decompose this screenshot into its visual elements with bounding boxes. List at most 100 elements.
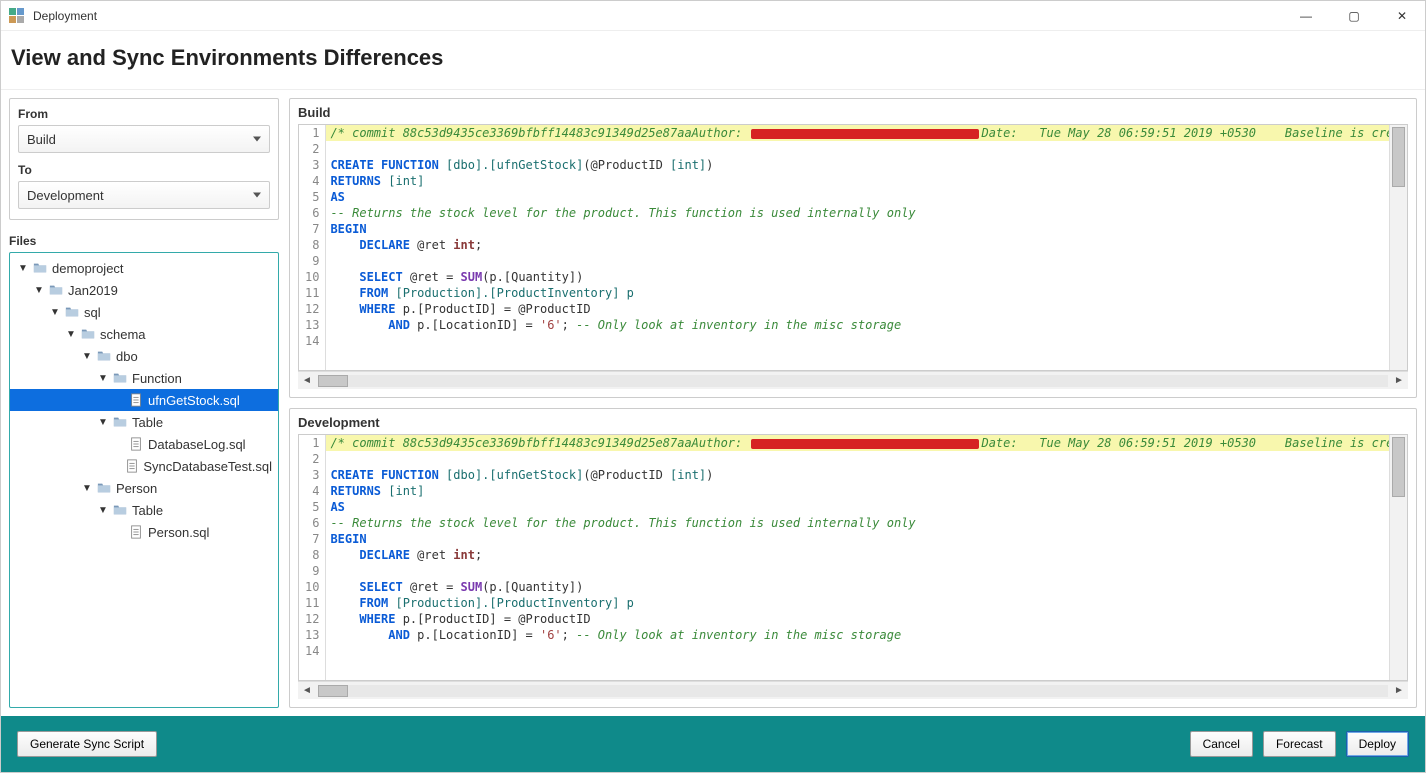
code-line	[326, 253, 1389, 269]
tree-folder[interactable]: ▼Function	[10, 367, 278, 389]
code-line: WHERE p.[ProductID] = @ProductID	[326, 301, 1389, 317]
horizontal-scrollbar[interactable]: ◄ ►	[298, 681, 1408, 699]
code-line: RETURNS [int]	[326, 483, 1389, 499]
to-label: To	[18, 163, 270, 177]
tree-folder[interactable]: ▼Jan2019	[10, 279, 278, 301]
forecast-button[interactable]: Forecast	[1263, 731, 1336, 757]
tree-folder[interactable]: ▼ sql	[10, 301, 278, 323]
tree-file[interactable]: ufnGetStock.sql	[10, 389, 278, 411]
tree-item-label: Table	[132, 415, 163, 430]
build-code-area[interactable]: /* commit 88c53d9435ce3369bfbff14483c913…	[326, 125, 1389, 370]
chevron-down-icon	[253, 193, 261, 198]
expand-toggle-icon[interactable]: ▼	[80, 351, 94, 362]
folder-icon	[64, 304, 80, 320]
code-line: /* commit 88c53d9435ce3369bfbff14483c913…	[326, 125, 1389, 141]
file-tree[interactable]: ▼demoproject▼Jan2019▼sql▼schema▼dbo▼Func…	[9, 252, 279, 708]
chevron-down-icon	[253, 137, 261, 142]
code-line	[326, 141, 1389, 157]
folder-icon	[112, 502, 128, 518]
vertical-scrollbar[interactable]	[1389, 125, 1407, 370]
files-label: Files	[9, 234, 279, 248]
code-line: -- Returns the stock level for the produ…	[326, 515, 1389, 531]
code-line: AS	[326, 499, 1389, 515]
expand-toggle-icon[interactable]: ▼	[96, 505, 110, 516]
page-title: View and Sync Environments Differences	[11, 45, 1415, 71]
right-column: Build 1234567891011121314 /* commit 88c5…	[289, 98, 1417, 708]
tree-folder[interactable]: ▼ Table	[10, 499, 278, 521]
left-column: From Build To Development Files ▼ demopro…	[9, 98, 279, 708]
folder-icon	[96, 348, 112, 364]
folder-icon	[80, 326, 96, 342]
scrollbar-thumb[interactable]	[1392, 127, 1405, 187]
scrollbar-thumb[interactable]	[318, 685, 348, 697]
tree-item-label: dbo	[116, 349, 138, 364]
expand-toggle-icon[interactable]: ▼	[16, 263, 30, 274]
build-code-viewer[interactable]: 1234567891011121314 /* commit 88c53d9435…	[298, 124, 1408, 371]
tree-item-label: DatabaseLog.sql	[148, 437, 246, 452]
vertical-scrollbar[interactable]	[1389, 435, 1407, 680]
tree-folder[interactable]: ▼ dbo	[10, 345, 278, 367]
code-line: CREATE FUNCTION [dbo].[ufnGetStock](@Pro…	[326, 467, 1389, 483]
scrollbar-track[interactable]	[318, 375, 1388, 387]
content-area: From Build To Development Files ▼ demopro…	[1, 90, 1425, 716]
maximize-button[interactable]: ▢	[1339, 6, 1369, 26]
footer-bar: Generate Sync Script Cancel Forecast Dep…	[1, 716, 1425, 772]
tree-file[interactable]: DatabaseLog.sql	[10, 433, 278, 455]
from-label: From	[18, 107, 270, 121]
scroll-left-icon[interactable]: ◄	[298, 683, 316, 699]
expand-toggle-icon[interactable]: ▼	[80, 483, 94, 494]
code-line: FROM [Production].[ProductInventory] p	[326, 595, 1389, 611]
generate-sync-script-button[interactable]: Generate Sync Script	[17, 731, 157, 757]
scrollbar-thumb[interactable]	[1392, 437, 1405, 497]
scroll-right-icon[interactable]: ►	[1390, 683, 1408, 699]
scroll-left-icon[interactable]: ◄	[298, 373, 316, 389]
code-line: FROM [Production].[ProductInventory] p	[326, 285, 1389, 301]
window-controls: — ▢ ✕	[1291, 6, 1417, 26]
tree-item-label: sql	[84, 305, 101, 320]
horizontal-scrollbar[interactable]: ◄ ►	[298, 371, 1408, 389]
build-diff-label: Build	[298, 105, 1408, 120]
scrollbar-track[interactable]	[318, 685, 1388, 697]
expand-toggle-icon[interactable]: ▼	[64, 329, 78, 340]
tree-folder[interactable]: ▼ demoproject	[10, 257, 278, 279]
tree-item-label: Table	[132, 503, 163, 518]
expand-toggle-icon[interactable]: ▼	[32, 285, 46, 296]
tree-item-label: demoproject	[52, 261, 124, 276]
code-line: BEGIN	[326, 531, 1389, 547]
tree-file[interactable]: SyncDatabaseTest.sql	[10, 455, 278, 477]
file-icon	[125, 458, 139, 474]
files-panel: Files ▼demoproject▼Jan2019▼sql▼schema▼db…	[9, 232, 279, 708]
code-line	[326, 333, 1389, 349]
tree-file[interactable]: Person.sql	[10, 521, 278, 543]
minimize-button[interactable]: —	[1291, 6, 1321, 26]
development-code-area[interactable]: /* commit 88c53d9435ce3369bfbff14483c913…	[326, 435, 1389, 680]
scroll-right-icon[interactable]: ►	[1390, 373, 1408, 389]
deploy-button[interactable]: Deploy	[1346, 731, 1409, 757]
tree-item-label: schema	[100, 327, 146, 342]
code-line: DECLARE @ret int;	[326, 237, 1389, 253]
cancel-button[interactable]: Cancel	[1190, 731, 1253, 757]
code-line: SELECT @ret = SUM(p.[Quantity])	[326, 579, 1389, 595]
expand-toggle-icon[interactable]: ▼	[96, 417, 110, 428]
window-title: Deployment	[33, 9, 1291, 23]
tree-folder[interactable]: ▼ schema	[10, 323, 278, 345]
tree-folder[interactable]: ▼ Person	[10, 477, 278, 499]
tree-folder[interactable]: ▼ Table	[10, 411, 278, 433]
close-button[interactable]: ✕	[1387, 6, 1417, 26]
code-line: /* commit 88c53d9435ce3369bfbff14483c913…	[326, 435, 1389, 451]
scrollbar-thumb[interactable]	[318, 375, 348, 387]
folder-icon	[48, 282, 64, 298]
expand-toggle-icon[interactable]: ▼	[48, 307, 62, 318]
code-line: AS	[326, 189, 1389, 205]
code-line: DECLARE @ret int;	[326, 547, 1389, 563]
tree-item-label: Person	[116, 481, 157, 496]
from-dropdown[interactable]: Build	[18, 125, 270, 153]
to-dropdown[interactable]: Development	[18, 181, 270, 209]
expand-toggle-icon[interactable]: ▼	[96, 373, 110, 384]
development-code-viewer[interactable]: 1234567891011121314 /* commit 88c53d9435…	[298, 434, 1408, 681]
tree-item-label: ufnGetStock.sql	[148, 393, 240, 408]
folder-icon	[96, 480, 112, 496]
env-panel: From Build To Development	[9, 98, 279, 220]
code-line: WHERE p.[ProductID] = @ProductID	[326, 611, 1389, 627]
to-value: Development	[27, 188, 104, 203]
